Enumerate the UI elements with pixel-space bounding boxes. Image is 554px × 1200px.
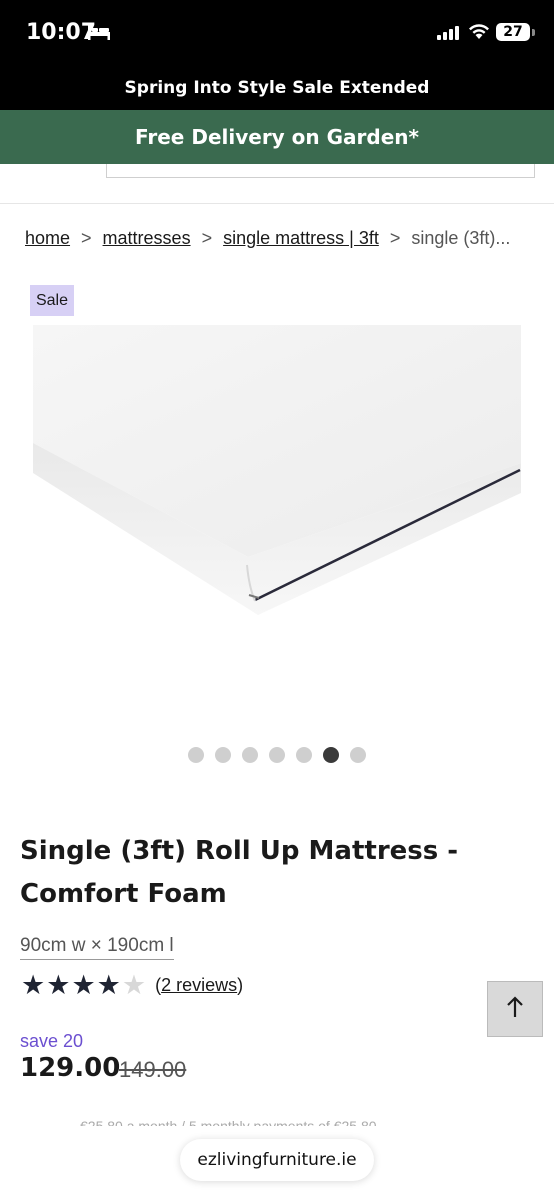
promo-banner-top[interactable]: Spring Into Style Sale Extended (0, 66, 554, 110)
breadcrumb-separator: > (201, 228, 213, 248)
star-filled-icon: ★ (71, 970, 96, 1000)
carousel-dot[interactable] (269, 747, 285, 763)
star-filled-icon: ★ (21, 970, 46, 1000)
back-to-top-button[interactable] (487, 981, 543, 1037)
breadcrumb-mattresses[interactable]: mattresses (103, 228, 191, 248)
carousel-dots (188, 747, 366, 763)
browser-url-bar[interactable]: ezlivingfurniture.ie (180, 1139, 374, 1181)
product-title: Single (3ft) Roll Up Mattress - Comfort … (20, 836, 459, 909)
product-image[interactable] (33, 325, 521, 675)
payment-info: €25.80 a month / 5 monthly payments of €… (80, 1118, 377, 1126)
rating: ★ ★ ★ ★ ★ (2 reviews) (21, 971, 243, 999)
bed-icon (88, 24, 110, 45)
breadcrumb-separator: > (389, 228, 401, 248)
carousel-dot[interactable] (242, 747, 258, 763)
breadcrumb: home > mattresses > single mattress | 3ft > si… (25, 228, 510, 249)
wifi-icon (468, 24, 490, 45)
header-divider (0, 203, 554, 204)
reviews-link[interactable]: 2 reviews (161, 975, 237, 996)
star-empty-icon: ★ (121, 970, 147, 1000)
carousel-dot[interactable] (188, 747, 204, 763)
carousel-dot[interactable] (296, 747, 312, 763)
battery-icon: 27 (496, 23, 530, 41)
carousel-dot[interactable] (350, 747, 366, 763)
original-price: 149.00 (119, 1057, 187, 1082)
size-selector[interactable]: 90cm w × 190cm l (20, 935, 174, 960)
status-time: 10:07 (26, 20, 97, 45)
promo-banner-delivery[interactable]: Free Delivery on Garden* (0, 110, 554, 164)
breadcrumb-home[interactable]: home (25, 228, 70, 248)
star-filled-icon: ★ (46, 970, 71, 1000)
save-label: save 20 (20, 1031, 84, 1051)
breadcrumb-current: single (3ft)... (411, 228, 511, 248)
status-bar: 10:07 27 (0, 0, 554, 66)
search-input[interactable] (106, 164, 535, 178)
carousel-dot-active[interactable] (323, 747, 339, 763)
battery-nub (532, 29, 535, 36)
breadcrumb-single-mattress[interactable]: single mattress | 3ft (223, 228, 379, 248)
carousel-dot[interactable] (215, 747, 231, 763)
signal-icon (437, 26, 461, 45)
star-filled-icon: ★ (96, 970, 121, 1000)
reviews-paren-close: ) (237, 974, 244, 995)
sale-badge: Sale (30, 285, 74, 316)
current-price: 129.00 (20, 1053, 121, 1083)
breadcrumb-separator: > (81, 228, 92, 248)
arrow-up-icon (506, 994, 524, 1025)
